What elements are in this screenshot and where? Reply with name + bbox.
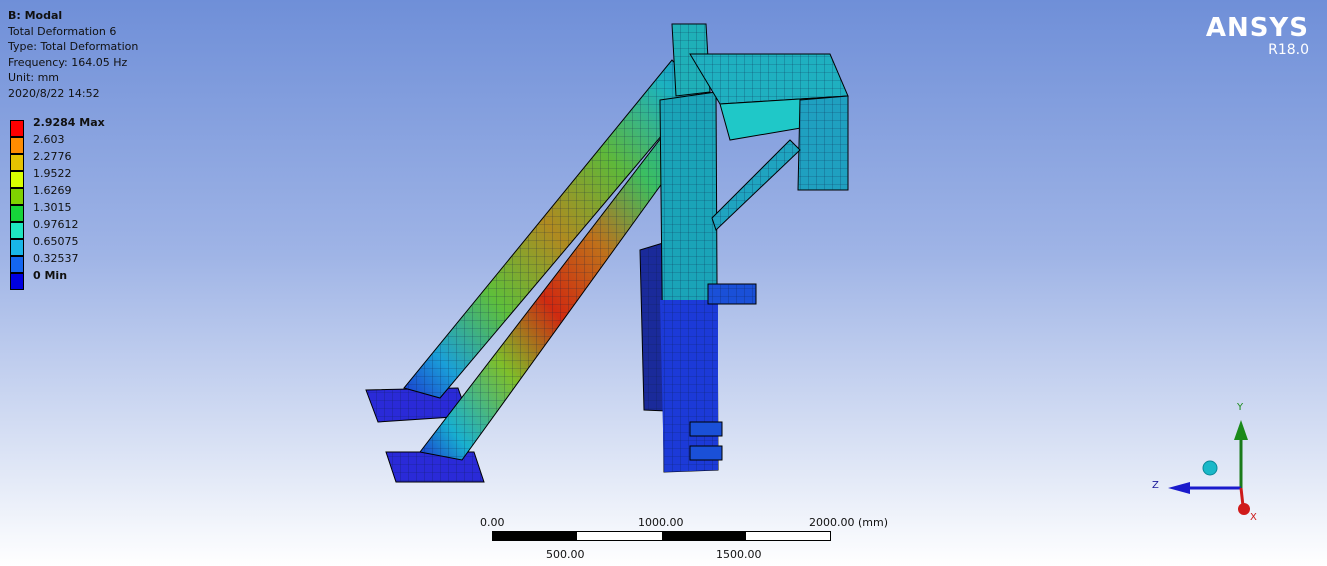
scale-label-1000: 1000.00: [638, 516, 684, 529]
z-axis-label: Z: [1152, 480, 1159, 491]
scale-label-2000: 2000.00 (mm): [809, 516, 888, 529]
scale-bar: [492, 531, 831, 541]
y-axis-label: Y: [1236, 402, 1244, 413]
coordinate-triad[interactable]: Y Z X: [1140, 396, 1270, 536]
bracket-middle: [707, 283, 757, 305]
z-axis-arrow-icon: [1168, 482, 1190, 494]
fe-model-viewport[interactable]: [0, 0, 1327, 566]
scale-label-0: 0.00: [480, 516, 505, 529]
base-plate-right: [385, 451, 485, 483]
x-axis-arrow-icon: [1238, 503, 1250, 515]
scale-label-1500: 1500.00: [716, 548, 762, 561]
scale-label-500: 500.00: [546, 548, 585, 561]
column-front: [659, 91, 719, 473]
isometric-view-ball-icon[interactable]: [1202, 460, 1218, 476]
scale-ruler: 0.00 1000.00 2000.00 (mm) 500.00 1500.00: [480, 514, 900, 564]
x-axis-label: X: [1250, 512, 1257, 523]
brace-diagonal: [711, 139, 801, 231]
y-axis-arrow-icon: [1234, 420, 1248, 440]
